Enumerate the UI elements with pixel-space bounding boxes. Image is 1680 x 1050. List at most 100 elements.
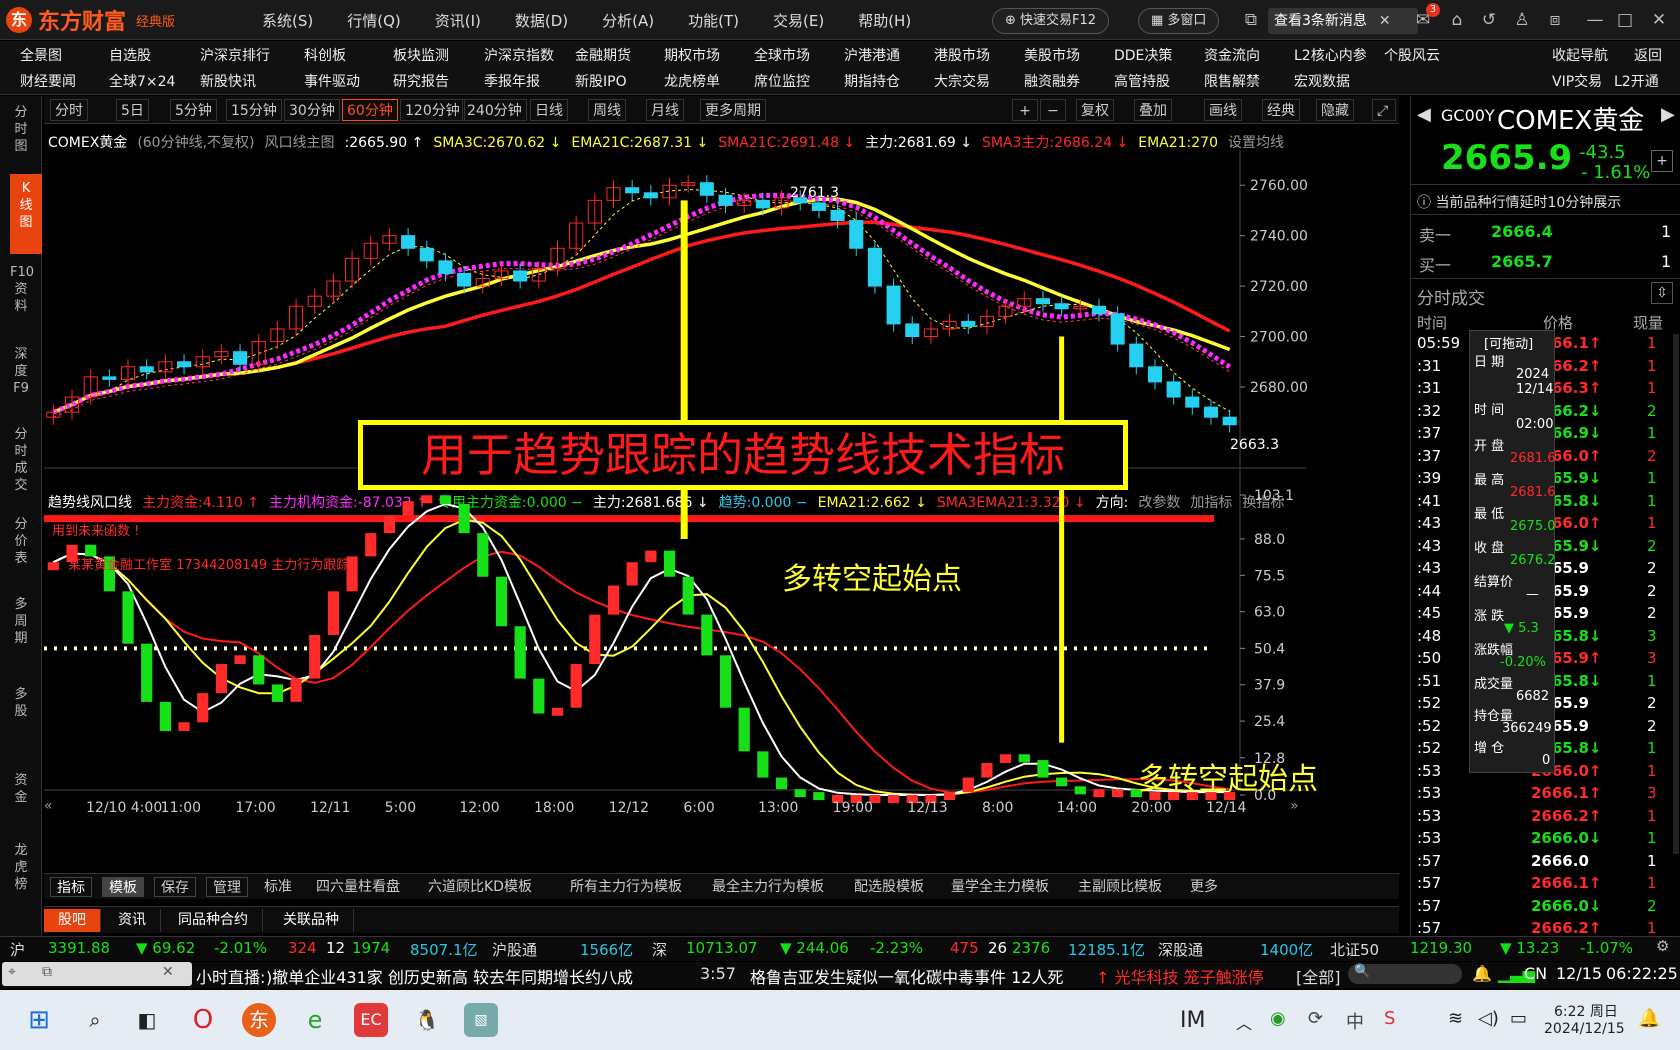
template-tab[interactable]: 保存 xyxy=(154,877,196,897)
rail-tab-timeshare[interactable]: 分时图 xyxy=(10,104,32,155)
image-app-icon[interactable]: ▧ xyxy=(464,1003,498,1037)
maximize-icon[interactable]: □ xyxy=(1614,9,1636,31)
pin-icon[interactable]: ⌖ xyxy=(8,964,16,980)
nav-return[interactable]: 返回 xyxy=(1634,45,1662,65)
notification-bell-icon[interactable]: 🔔 xyxy=(1638,1008,1660,1029)
minimize-icon[interactable]: — xyxy=(1584,9,1606,31)
period-timeshare[interactable]: 分时 xyxy=(50,99,88,121)
search-taskbar-icon[interactable]: ⌕ xyxy=(78,1003,112,1037)
copy-icon[interactable]: ⧉ xyxy=(42,964,52,980)
layout-icon[interactable]: ⧉ xyxy=(1240,9,1262,31)
back-icon[interactable]: ↺ xyxy=(1478,9,1500,31)
news-headline-1[interactable]: )撤单企业431家 创历史新高 较去年同期增长约八成 xyxy=(266,964,633,988)
rail-tab-dragon[interactable]: 龙虎榜 xyxy=(10,842,32,893)
taskbar-time[interactable]: 6:22 周日 xyxy=(1554,1001,1618,1021)
search-input[interactable]: 🔍 xyxy=(1348,964,1462,984)
nav-sector-monitor[interactable]: 板块监测 xyxy=(393,45,449,65)
popup-drag-handle[interactable]: [可拖动] xyxy=(1484,333,1533,352)
nav-seat[interactable]: 席位监控 xyxy=(754,71,810,91)
info-tab[interactable]: 关联品种 xyxy=(269,909,354,932)
nav-index[interactable]: 沪深京指数 xyxy=(484,45,554,65)
eastmoney-taskbar-icon[interactable]: 东 xyxy=(242,1003,276,1037)
nav-global-724[interactable]: 全球7×24 xyxy=(109,71,175,91)
period-day[interactable]: 日线 xyxy=(530,99,568,121)
period-5day[interactable]: 5日 xyxy=(116,99,149,121)
news-filter[interactable]: [全部] xyxy=(1296,964,1341,988)
period-60min[interactable]: 60分钟 xyxy=(342,99,398,121)
menu-system[interactable]: 系统(S) xyxy=(262,10,313,31)
template-tab[interactable]: 量学全主力模板 xyxy=(945,877,1055,897)
mini-window-widget[interactable]: ⌖ ⧉ ✕ xyxy=(2,962,192,986)
menu-info[interactable]: 资讯(I) xyxy=(435,10,481,31)
period-15min[interactable]: 15分钟 xyxy=(226,99,282,121)
nav-fund-flow[interactable]: 资金流向 xyxy=(1204,45,1260,65)
volume-icon[interactable]: ◁) xyxy=(1478,1008,1499,1029)
multi-window-button[interactable]: ▦ 多窗口 xyxy=(1138,8,1220,34)
candle-info-popup[interactable]: [可拖动] 日 期 2024 12/14 时 间 02:00 开 盘 2681.… xyxy=(1469,330,1556,773)
hgt-label[interactable]: 沪股通 xyxy=(492,939,537,960)
nav-dragon[interactable]: 龙虎榜单 xyxy=(664,71,720,91)
period-more[interactable]: 更多周期 xyxy=(700,99,766,121)
opera-icon[interactable]: O xyxy=(186,1003,220,1037)
widget-close-icon[interactable]: ✕ xyxy=(162,964,174,980)
tray-s-icon[interactable]: S xyxy=(1384,1008,1395,1029)
template-tab[interactable]: 所有主力行为模板 xyxy=(564,877,688,897)
nav-unlock[interactable]: 限售解禁 xyxy=(1204,71,1260,91)
nav-futures-pos[interactable]: 期指持仓 xyxy=(844,71,900,91)
qq-icon[interactable]: 🐧 xyxy=(410,1003,444,1037)
menu-quote[interactable]: 行情(Q) xyxy=(347,10,401,31)
fast-trade-button[interactable]: ⊕ 快速交易F12 xyxy=(992,8,1110,34)
ime-icon[interactable]: 中 xyxy=(1346,1008,1364,1034)
task-view-icon[interactable]: ◧ xyxy=(130,1003,164,1037)
language[interactable]: CN xyxy=(1524,964,1547,983)
rail-tab-kline[interactable]: K线图 xyxy=(10,174,42,254)
restore-icon[interactable]: ⧈ xyxy=(1544,9,1566,31)
period-5min[interactable]: 5分钟 xyxy=(170,99,217,121)
menu-function[interactable]: 功能(T) xyxy=(688,10,739,31)
nav-options[interactable]: 期权市场 xyxy=(664,45,720,65)
rail-tab-price-table[interactable]: 分价表 xyxy=(10,516,32,567)
sh-label[interactable]: 沪 xyxy=(10,939,25,960)
overlay-button[interactable]: 叠加 xyxy=(1134,99,1172,121)
period-120min[interactable]: 120分钟 xyxy=(400,99,465,121)
nav-exec[interactable]: 高管持股 xyxy=(1114,71,1170,91)
app-logo[interactable]: 东 东方财富 经典版 xyxy=(6,6,175,35)
next-symbol-icon[interactable]: ▶ xyxy=(1661,104,1675,125)
info-tab[interactable]: 同品种合约 xyxy=(164,909,263,932)
taskbar-date[interactable]: 2024/12/15 xyxy=(1544,1021,1625,1037)
sz-label[interactable]: 深 xyxy=(652,939,667,960)
rail-tab-trades[interactable]: 分时成交 xyxy=(10,426,32,494)
template-tab[interactable]: 标准 xyxy=(258,877,298,897)
tray-expand-icon[interactable]: ︿ xyxy=(1236,1010,1252,1034)
template-tab[interactable]: 主副顾比模板 xyxy=(1072,877,1168,897)
nav-l2[interactable]: L2核心内参 xyxy=(1294,45,1367,65)
nav-dde[interactable]: DDE决策 xyxy=(1114,45,1172,65)
battery-icon[interactable]: ▭ xyxy=(1510,1008,1527,1029)
ie-icon[interactable]: e xyxy=(298,1003,332,1037)
draw-line-button[interactable]: 画线 xyxy=(1204,99,1242,121)
news-headline-2[interactable]: 格鲁吉亚发生疑似一氧化碳中毒事件 12人死 xyxy=(750,964,1063,988)
rail-tab-f10[interactable]: F10资料 xyxy=(10,264,34,315)
close-icon[interactable]: ✕ xyxy=(1648,9,1670,31)
adjust-button[interactable]: 复权 xyxy=(1076,99,1114,121)
menu-analysis[interactable]: 分析(A) xyxy=(602,10,654,31)
expand-trades-icon[interactable]: ⇳ xyxy=(1651,282,1673,304)
nav-research[interactable]: 研究报告 xyxy=(393,71,449,91)
nav-watchlist[interactable]: 自选股 xyxy=(109,45,151,65)
nav-us[interactable]: 美股市场 xyxy=(1024,45,1080,65)
settings-gear-icon[interactable]: ⚙ xyxy=(1656,937,1669,955)
rail-tab-funds[interactable]: 资金 xyxy=(10,772,32,806)
classic-button[interactable]: 经典 xyxy=(1262,99,1300,121)
shirt-icon[interactable]: ♙ xyxy=(1511,9,1533,31)
menu-trade[interactable]: 交易(E) xyxy=(773,10,824,31)
info-tab[interactable]: 资讯 xyxy=(104,909,161,932)
period-week[interactable]: 周线 xyxy=(588,99,626,121)
zoom-in-button[interactable]: + xyxy=(1012,99,1038,121)
ai-icon[interactable]: ⅠM xyxy=(1180,1008,1205,1033)
nav-ipo-news[interactable]: 新股快讯 xyxy=(200,71,256,91)
nav-star-market[interactable]: 科创板 xyxy=(304,45,346,65)
nav-collapse[interactable]: 收起导航 xyxy=(1552,45,1608,65)
mail-icon[interactable]: ✉ 3 xyxy=(1412,3,1440,31)
nav-margin[interactable]: 融资融券 xyxy=(1024,71,1080,91)
nav-new-ipo[interactable]: 新股IPO xyxy=(575,71,627,91)
